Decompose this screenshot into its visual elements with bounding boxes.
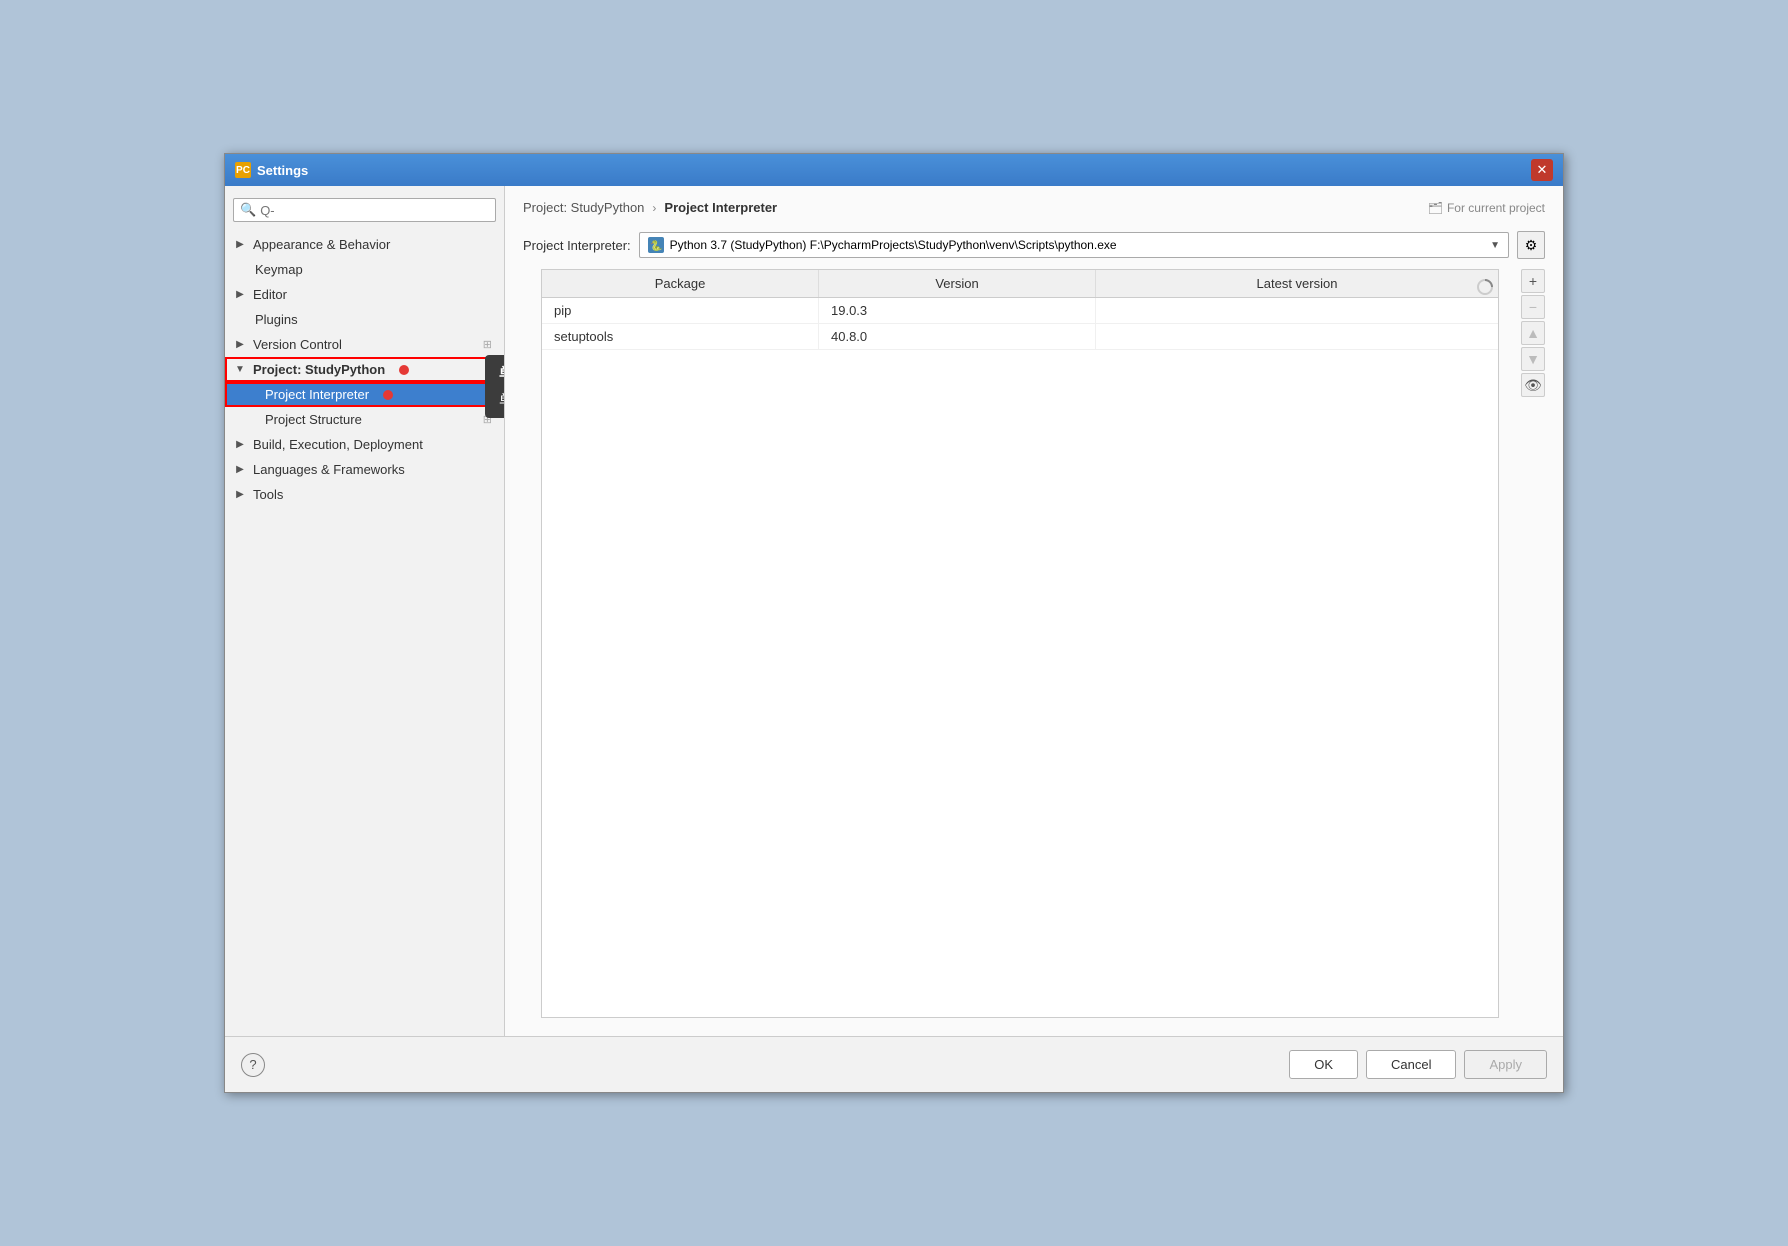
bottom-bar: ? OK Cancel Apply: [225, 1036, 1563, 1092]
main-area: 🔍 ▶ Appearance & Behavior Keymap ▶ Edito…: [225, 186, 1563, 1036]
project-interpreter-row: Project Interpreter 单击项目解释器: [225, 382, 504, 407]
tooltip-dot: [383, 390, 393, 400]
interpreter-row: Project Interpreter: 🐍 Python 3.7 (Study…: [505, 225, 1563, 269]
package-latest: [1096, 324, 1498, 349]
sidebar-item-project-structure[interactable]: Project Structure ⊞: [225, 407, 504, 432]
cancel-button[interactable]: Cancel: [1366, 1050, 1456, 1079]
sidebar-item-languages[interactable]: ▶ Languages & Frameworks: [225, 457, 504, 482]
interpreter-value: Python 3.7 (StudyPython) F:\PycharmProje…: [670, 238, 1117, 252]
package-version: 19.0.3: [819, 298, 1096, 323]
packages-table: Package Version Latest version pip 19.0.…: [541, 269, 1499, 1018]
copy-icon: ⊞: [483, 338, 492, 351]
breadcrumb-current: Project Interpreter: [664, 200, 777, 215]
table-body: pip 19.0.3 setuptools 40.8.0: [542, 298, 1498, 1017]
move-down-button[interactable]: ▼: [1521, 347, 1545, 371]
breadcrumb: Project: StudyPython › Project Interpret…: [505, 186, 1563, 225]
breadcrumb-project: Project: StudyPython: [523, 200, 644, 215]
col-version-header: Version: [819, 270, 1096, 297]
col-package-header: Package: [542, 270, 819, 297]
python-icon: 🐍: [648, 237, 664, 253]
breadcrumb-separator: ›: [652, 201, 656, 215]
expand-arrow-icon: ▶: [233, 289, 247, 300]
settings-window: PC Settings ✕ 🔍 ▶ Appearance & Behavior …: [224, 153, 1564, 1093]
package-name: setuptools: [542, 324, 819, 349]
sidebar: 🔍 ▶ Appearance & Behavior Keymap ▶ Edito…: [225, 186, 505, 1036]
table-row[interactable]: pip 19.0.3: [542, 298, 1498, 324]
sidebar-item-editor[interactable]: ▶ Editor: [225, 282, 504, 307]
search-icon: 🔍: [240, 202, 256, 218]
sidebar-item-build-execution[interactable]: ▶ Build, Execution, Deployment: [225, 432, 504, 457]
window-title: Settings: [257, 163, 308, 178]
apply-button[interactable]: Apply: [1464, 1050, 1547, 1079]
package-latest: [1096, 298, 1498, 323]
table-header: Package Version Latest version: [542, 270, 1498, 298]
help-button[interactable]: ?: [241, 1053, 265, 1077]
content-panel: Project: StudyPython › Project Interpret…: [505, 186, 1563, 1036]
sidebar-item-version-control[interactable]: ▶ Version Control ⊞: [225, 332, 504, 357]
sidebar-item-tools[interactable]: ▶ Tools: [225, 482, 504, 507]
sidebar-item-label: Project: StudyPython: [253, 362, 385, 377]
sidebar-item-project-studypython[interactable]: ▼ Project: StudyPython 单击展开它: [225, 357, 504, 382]
svg-text:🐍: 🐍: [650, 239, 662, 252]
table-wrapper: Package Version Latest version pip 19.0.…: [523, 269, 1545, 1018]
table-side-buttons: + − ▲ ▼ 👁: [1521, 269, 1545, 1018]
settings-package-button[interactable]: 👁: [1521, 373, 1545, 397]
sidebar-item-label: Version Control: [253, 337, 342, 352]
app-icon: PC: [235, 162, 251, 178]
bottom-right: OK Cancel Apply: [1289, 1050, 1547, 1079]
expand-arrow-icon: ▶: [233, 239, 247, 250]
remove-package-button[interactable]: −: [1521, 295, 1545, 319]
expand-arrow-icon: ▼: [233, 364, 247, 375]
sidebar-item-appearance[interactable]: ▶ Appearance & Behavior: [225, 232, 504, 257]
interpreter-tooltip: 单击项目解释器: [485, 382, 505, 418]
interpreter-dropdown-text: 🐍 Python 3.7 (StudyPython) F:\PycharmPro…: [648, 237, 1117, 253]
sidebar-item-label: Editor: [253, 287, 287, 302]
dropdown-arrow-icon: ▼: [1490, 240, 1500, 251]
package-version: 40.8.0: [819, 324, 1096, 349]
add-package-button[interactable]: +: [1521, 269, 1545, 293]
project-note-icon: 🗂: [1428, 201, 1443, 215]
gear-button[interactable]: ⚙: [1517, 231, 1545, 259]
package-name: pip: [542, 298, 819, 323]
interpreter-label: Project Interpreter:: [523, 238, 631, 253]
breadcrumb-note-text: For current project: [1447, 201, 1545, 215]
search-input[interactable]: [260, 203, 489, 218]
sidebar-item-label: Tools: [253, 487, 283, 502]
sidebar-item-label: Project Structure: [265, 412, 362, 427]
interpreter-dropdown[interactable]: 🐍 Python 3.7 (StudyPython) F:\PycharmPro…: [639, 232, 1509, 258]
sidebar-item-label: Appearance & Behavior: [253, 237, 390, 252]
project-section: ▼ Project: StudyPython 单击展开它 Project Int…: [225, 357, 504, 432]
close-button[interactable]: ✕: [1531, 159, 1553, 181]
loading-spinner: [1476, 278, 1494, 299]
search-box[interactable]: 🔍: [233, 198, 496, 222]
expand-arrow-icon: ▶: [233, 439, 247, 450]
expand-arrow-icon: ▶: [233, 464, 247, 475]
expand-arrow-icon: ▶: [233, 489, 247, 500]
titlebar: PC Settings ✕: [225, 154, 1563, 186]
tooltip-dot: [399, 365, 409, 375]
col-latest-header: Latest version: [1096, 270, 1498, 297]
expand-arrow-icon: ▶: [233, 339, 247, 350]
move-up-button[interactable]: ▲: [1521, 321, 1545, 345]
titlebar-left: PC Settings: [235, 162, 308, 178]
sidebar-item-project-interpreter[interactable]: Project Interpreter 单击项目解释器: [225, 382, 504, 407]
sidebar-item-keymap[interactable]: Keymap: [225, 257, 504, 282]
table-row[interactable]: setuptools 40.8.0: [542, 324, 1498, 350]
breadcrumb-note: 🗂 For current project: [1428, 201, 1545, 215]
ok-button[interactable]: OK: [1289, 1050, 1358, 1079]
sidebar-item-label: Keymap: [255, 262, 303, 277]
sidebar-item-label: Project Interpreter: [265, 387, 369, 402]
sidebar-item-label: Build, Execution, Deployment: [253, 437, 423, 452]
sidebar-item-plugins[interactable]: Plugins: [225, 307, 504, 332]
sidebar-item-label: Languages & Frameworks: [253, 462, 405, 477]
sidebar-item-label: Plugins: [255, 312, 298, 327]
bottom-left: ?: [241, 1053, 265, 1077]
